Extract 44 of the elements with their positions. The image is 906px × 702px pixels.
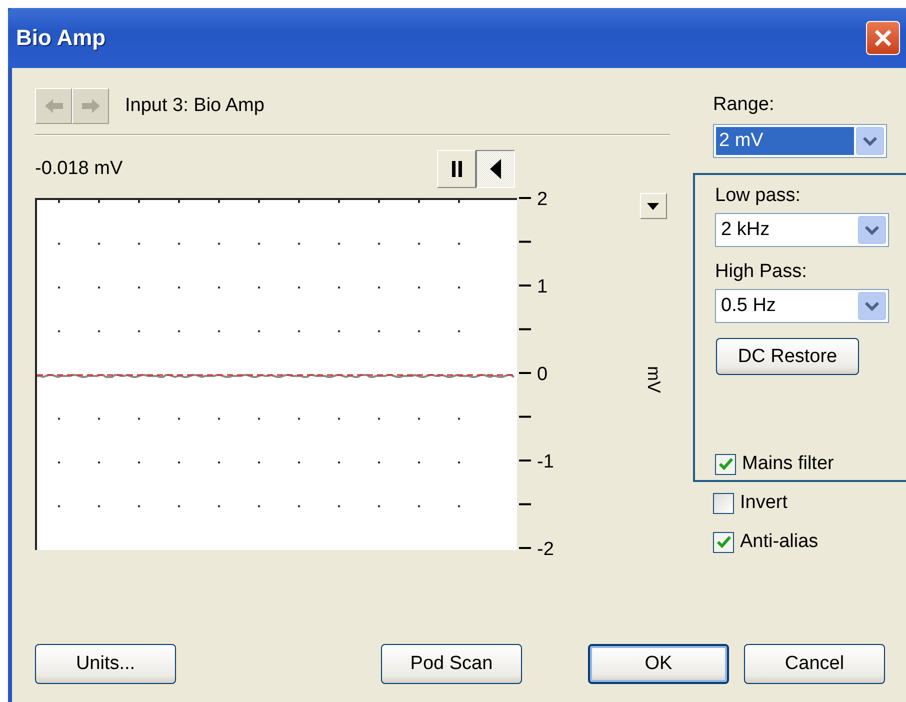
pause-button[interactable] xyxy=(437,150,476,188)
axis-label: -1 xyxy=(537,452,554,472)
close-button[interactable] xyxy=(866,21,900,55)
chevron-down-icon xyxy=(858,292,886,320)
checkbox[interactable] xyxy=(713,492,734,514)
arrow-right-icon xyxy=(80,98,100,114)
dropdown[interactable]: 2 mV xyxy=(713,124,887,158)
triangle-left-icon xyxy=(490,159,502,179)
checkbox-row[interactable]: Anti-alias xyxy=(713,530,906,554)
axis-label: 1 xyxy=(537,276,548,298)
checkbox[interactable] xyxy=(715,454,736,474)
dropdown[interactable]: 2 kHz xyxy=(715,213,889,247)
checkbox-label: Mains filter xyxy=(742,453,834,475)
pause-icon xyxy=(450,161,462,177)
checkbox-label: Invert xyxy=(740,492,788,514)
check-icon xyxy=(716,536,730,548)
check-icon xyxy=(718,458,732,470)
high-pass-label: High Pass: xyxy=(715,261,808,283)
dialog-button[interactable]: Units... xyxy=(35,644,176,684)
axis-label: 0 xyxy=(537,364,548,385)
axis-label: -2 xyxy=(537,539,554,560)
range-label: Range: xyxy=(713,94,776,116)
play-button[interactable] xyxy=(476,150,515,188)
chevron-down-icon xyxy=(858,216,886,244)
close-icon xyxy=(873,28,893,48)
dropdown[interactable]: 0.5 Hz xyxy=(715,289,889,323)
triangle-down-icon xyxy=(647,202,659,210)
checkbox-row[interactable]: Mains filter xyxy=(715,452,906,476)
checkbox[interactable] xyxy=(713,532,734,552)
arrow-left-icon xyxy=(44,98,64,114)
input-label: Input 3: Bio Amp xyxy=(125,95,264,117)
dialog-button[interactable]: Cancel xyxy=(744,644,885,684)
dialog-button[interactable]: OK xyxy=(588,644,729,684)
reading-value: -0.018 mV xyxy=(35,158,123,180)
dropdown-button[interactable] xyxy=(640,193,666,219)
chevron-down-icon xyxy=(856,127,884,155)
checkbox-row[interactable]: Invert xyxy=(713,491,906,515)
window-title: Bio Amp xyxy=(16,25,106,51)
axis-unit: mV xyxy=(642,366,664,393)
checkbox-label: Anti-alias xyxy=(740,531,818,553)
low-pass-label: Low pass: xyxy=(715,185,802,207)
dc-restore-button[interactable]: DC Restore xyxy=(716,338,859,375)
axis-label: 2 xyxy=(537,189,548,210)
dialog-button[interactable]: Pod Scan xyxy=(381,644,522,684)
